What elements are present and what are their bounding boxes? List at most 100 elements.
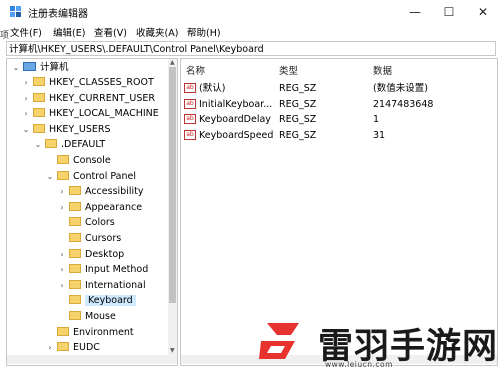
value-row[interactable]: ab InitialKeyboar... REG_SZ 2147483648 [181,97,497,112]
column-header-name[interactable]: 名称 [186,63,205,77]
tree-item-label: Keyboard [85,295,136,307]
tree-item-hkey-local-machine[interactable]: › HKEY_LOCAL_MACHINE [21,106,159,121]
tree-item-accessibility[interactable]: › Accessibility [57,184,143,199]
folder-icon [57,155,69,164]
tree-item-hkey-classes-root[interactable]: › HKEY_CLASSES_ROOT [21,75,154,90]
tree-item-label: International [85,279,146,291]
collapse-chevron-icon[interactable]: ⌄ [21,122,31,137]
tree-item-mouse[interactable]: Mouse [57,309,116,324]
tree-item-default[interactable]: ⌄ .DEFAULT [33,137,105,152]
value-type-cell: REG_SZ [279,129,317,141]
tree-item-input-method[interactable]: › Input Method [57,262,148,277]
tree-root[interactable]: ⌄ 计算机 [11,60,69,75]
value-name-cell: KeyboardSpeed [199,129,274,141]
expand-chevron-icon[interactable]: › [21,106,31,121]
tree-item-label: .DEFAULT [61,139,106,151]
tree-item-label: Cursors [85,233,122,244]
folder-icon [57,342,69,352]
string-value-icon: ab [184,98,196,109]
folder-icon [69,217,81,227]
folder-icon [69,295,81,305]
tree-scroll-thumb[interactable] [169,67,176,303]
value-row[interactable]: ab (默认) REG_SZ (数值未设置) [181,81,497,96]
scroll-up-arrow-icon[interactable]: ▲ [170,59,175,66]
expand-chevron-icon[interactable]: › [57,262,67,277]
tree-item-colors[interactable]: Colors [57,215,115,230]
tree-item-control-panel[interactable]: ⌄ Control Panel [45,169,136,184]
value-type-cell: REG_SZ [279,98,317,110]
value-type-cell: REG_SZ [279,83,317,94]
folder-icon [69,201,81,211]
expand-chevron-icon[interactable]: › [21,75,31,90]
value-name-cell: InitialKeyboar... [199,98,273,110]
string-value-icon: ab [184,114,196,125]
tree-item-label: Control Panel [73,170,136,182]
folder-icon [45,139,57,149]
tree-item-label: Console [73,155,111,166]
watermark-url: www.leiucn.com [325,360,393,369]
expand-chevron-icon[interactable]: › [57,247,67,262]
tree-item-label: HKEY_USERS [49,123,111,135]
menu-edit[interactable]: 编辑(E) [53,25,85,39]
close-button[interactable]: ✕ [466,0,500,24]
expand-chevron-icon[interactable]: › [45,340,55,355]
folder-icon [57,326,69,336]
minimize-button[interactable]: — [398,0,432,24]
tree-item-label: Colors [85,217,115,229]
scroll-down-arrow-icon[interactable]: ▼ [170,347,175,354]
folder-icon [69,233,81,242]
expand-chevron-icon[interactable]: › [57,200,67,215]
tree-item-appearance[interactable]: › Appearance [57,200,142,215]
string-value-icon: ab [184,83,196,93]
tree-item-label: HKEY_CURRENT_USER [49,92,155,104]
value-data-cell: 1 [373,114,380,126]
menu-favorites[interactable]: 收藏夹(A) [136,25,178,39]
folder-icon [69,311,81,320]
folder-icon [33,123,45,133]
menu-view[interactable]: 查看(V) [94,25,127,39]
folder-icon [69,264,81,274]
menu-help[interactable]: 帮助(H) [187,25,221,39]
tree-item-hkey-current-user[interactable]: › HKEY_CURRENT_USER [21,91,155,106]
window-title: 注册表编辑器 [28,9,88,20]
registry-app-icon [10,6,21,17]
tree-item-label: Appearance [85,201,143,213]
expand-chevron-icon[interactable]: › [57,278,67,293]
tree-item-keyboard[interactable]: Keyboard [57,293,136,308]
tree-pane[interactable]: ⌄ 计算机 › HKEY_CLASSES_ROOT › HKEY_CURRENT_USE… [6,58,178,366]
value-name-cell: KeyboardDelay [199,114,271,126]
collapse-chevron-icon[interactable]: ⌄ [33,137,43,152]
tree-item-label: Mouse [85,311,116,322]
tree-item-international[interactable]: › International [57,278,146,293]
string-value-icon: ab [184,129,196,140]
address-bar[interactable]: 计算机\HKEY_USERS\.DEFAULT\Control Panel\Ke… [6,41,496,56]
tree-item-desktop[interactable]: › Desktop [57,247,124,262]
value-type-cell: REG_SZ [279,114,317,126]
value-row[interactable]: ab KeyboardSpeed REG_SZ 31 [181,128,497,143]
expand-chevron-icon[interactable]: › [21,91,31,106]
value-row[interactable]: ab KeyboardDelay REG_SZ 1 [181,112,497,127]
column-header-type[interactable]: 类型 [279,63,298,77]
column-header-data[interactable]: 数据 [373,63,392,77]
tree-item-label: HKEY_CLASSES_ROOT [49,77,154,88]
tree-item-environment[interactable]: Environment [45,325,134,340]
expand-chevron-icon[interactable]: › [57,184,67,199]
tree-item-hkey-users[interactable]: ⌄ HKEY_USERS [21,122,111,137]
value-name-cell: (默认) [199,83,226,94]
tree-root-label: 计算机 [40,62,69,73]
tree-item-eudc[interactable]: › EUDC [45,340,100,355]
computer-icon [23,62,36,71]
maximize-button[interactable]: ☐ [432,0,466,24]
collapse-chevron-icon[interactable]: ⌄ [45,169,55,184]
watermark-logo-icon [259,323,299,359]
tree-item-label: HKEY_LOCAL_MACHINE [49,108,159,120]
tree-horizontal-scrollbar[interactable] [7,355,177,364]
value-data-cell: 31 [373,129,386,141]
tree-item-label: Environment [73,326,134,338]
tree-item-cursors[interactable]: Cursors [57,231,121,246]
registry-editor-window: 注册表编辑器 — ☐ ✕ 项 文件(F) 编辑(E) 查看(V) 收藏夹(A) … [0,0,500,380]
collapse-chevron-icon[interactable]: ⌄ [11,60,21,75]
value-data-cell: 2147483648 [373,98,434,110]
menu-file[interactable]: 文件(F) [10,25,42,39]
tree-item-console[interactable]: Console [45,153,111,168]
